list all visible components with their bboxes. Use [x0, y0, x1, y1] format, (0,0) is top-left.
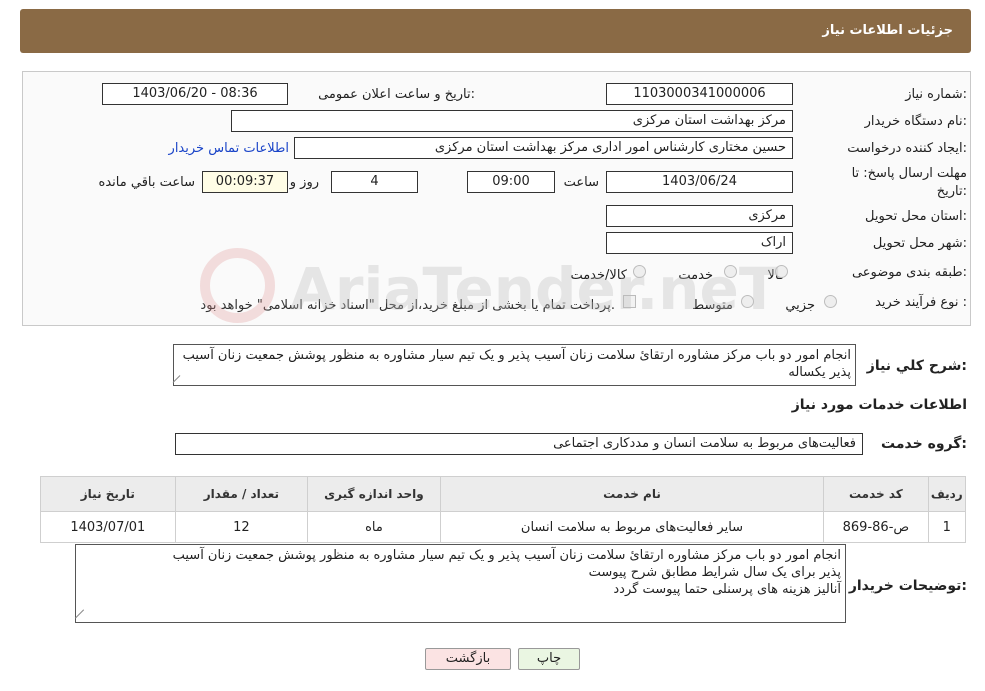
print-button[interactable]: چاپ: [518, 648, 580, 670]
buyer-notes-line: انجام امور دو باب مرکز مشاوره ارتقائ سلا…: [172, 548, 841, 563]
remaining-time-label: ساعت باقي مانده: [98, 175, 195, 190]
back-button[interactable]: بازگشت: [425, 648, 511, 670]
days-label: روز و: [289, 175, 319, 190]
cell-service-code: ص-86-869: [823, 511, 929, 543]
need-number-field: 1103000341000006: [606, 83, 793, 105]
table-header-row: تاریخ نیاز تعداد / مقدار واحد اندازه گیر…: [40, 476, 966, 512]
remaining-time-field: 00:09:37: [202, 171, 288, 193]
buyer-notes-label: توضیحات خریدار:: [848, 578, 967, 594]
watermark-text: AriaTender.neT: [290, 255, 779, 323]
city-label: شهر محل تحویل:: [872, 236, 967, 251]
summary-textarea[interactable]: انجام امور دو باب مرکز مشاوره ارتقائ سلا…: [173, 344, 856, 386]
buyer-notes-line: پذیر برای یک سال شرایط مطابق شرح پیوست: [588, 565, 841, 580]
buyer-contact-link[interactable]: اطلاعات تماس خریدار: [169, 141, 289, 156]
summary-text: انجام امور دو باب مرکز مشاوره ارتقائ سلا…: [182, 348, 851, 380]
service-group-label: گروه خدمت:: [881, 436, 967, 452]
col-service-name: نام خدمت: [439, 476, 825, 512]
process-label: نوع فرآیند خرید :: [875, 295, 967, 310]
cell-row: 1: [927, 511, 966, 543]
announce-date-label: تاریخ و ساعت اعلان عمومی:: [318, 87, 475, 102]
services-section-title: اطلاعات خدمات مورد نیاز: [791, 397, 967, 413]
deadline-time-label: ساعت: [563, 175, 599, 190]
table-row: 1403/07/01 12 ماه سایر فعالیت‌های مربوط …: [40, 511, 966, 543]
need-number-label: شماره نیاز:: [905, 87, 967, 102]
col-service-code: کد خدمت: [823, 476, 929, 512]
buyer-notes-textarea[interactable]: انجام امور دو باب مرکز مشاوره ارتقائ سلا…: [75, 544, 846, 623]
col-row: ردیف: [927, 476, 966, 512]
service-group-field: فعالیت‌های مربوط به سلامت انسان و مددکار…: [175, 433, 863, 455]
cell-quantity: 12: [174, 511, 309, 543]
col-quantity: تعداد / مقدار: [174, 476, 309, 512]
deadline-date-label: تاریخ:: [936, 184, 967, 199]
deadline-date-field: 1403/06/24: [606, 171, 793, 193]
services-table: تاریخ نیاز تعداد / مقدار واحد اندازه گیر…: [40, 476, 966, 543]
city-field: اراک: [606, 232, 793, 254]
watermark-logo: [200, 248, 275, 323]
province-field: مرکزی: [606, 205, 793, 227]
creator-field: حسین مختاری کارشناس امور اداری مرکز بهدا…: [294, 137, 793, 159]
cell-unit: ماه: [307, 511, 441, 543]
page-title: جزئیات اطلاعات نیاز: [822, 23, 953, 38]
province-label: استان محل تحویل:: [865, 209, 967, 224]
cell-service-name: سایر فعالیت‌های مربوط به سلامت انسان: [439, 511, 825, 543]
cell-need-date: 1403/07/01: [40, 511, 176, 543]
category-label: طبقه بندی موضوعی:: [851, 265, 967, 280]
buyer-notes-line: آنالیز هزینه های پرسنلی حتما پیوست گردد: [613, 582, 841, 597]
creator-label: ایجاد کننده درخواست:: [847, 141, 967, 156]
summary-label: شرح کلي نیاز:: [866, 358, 967, 374]
col-unit: واحد اندازه گیری: [307, 476, 441, 512]
process-minor-radio[interactable]: [824, 295, 837, 308]
deadline-time-field: 09:00: [467, 171, 555, 193]
page-header: جزئیات اطلاعات نیاز: [20, 9, 971, 53]
days-remaining-field: 4: [331, 171, 418, 193]
announce-date-field: 1403/06/20 - 08:36: [102, 83, 288, 105]
buyer-org-label: نام دستگاه خریدار:: [864, 114, 967, 129]
col-need-date: تاریخ نیاز: [40, 476, 176, 512]
deadline-label: مهلت ارسال پاسخ: تا: [851, 166, 967, 181]
process-option-minor: جزیي: [785, 298, 815, 313]
buyer-org-field: مرکز بهداشت استان مرکزی: [231, 110, 793, 132]
